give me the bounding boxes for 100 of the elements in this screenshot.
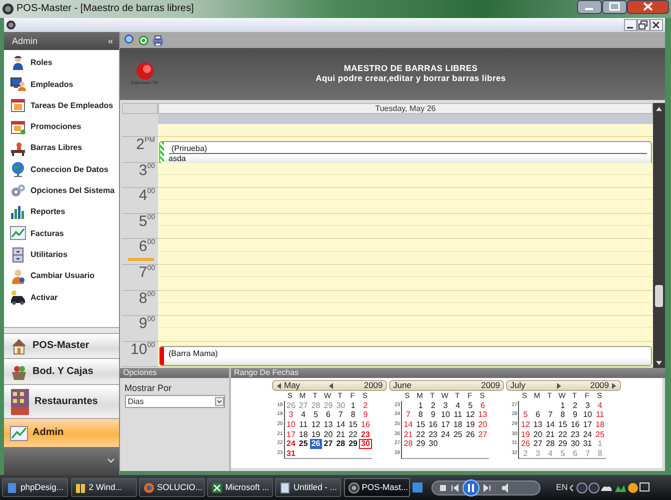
- calendar-day[interactable]: 15: [414, 420, 427, 430]
- calendar-day[interactable]: 28: [334, 439, 347, 449]
- calendar-day[interactable]: 3: [439, 400, 452, 410]
- calendar-day[interactable]: 29: [556, 439, 569, 449]
- calendar-day[interactable]: 29: [346, 439, 360, 449]
- calendar-day[interactable]: 14: [334, 420, 347, 430]
- calendar-day[interactable]: 8: [556, 410, 569, 420]
- next-month-icon[interactable]: [556, 382, 562, 390]
- calendar-day[interactable]: 6: [476, 400, 489, 410]
- calendar-day[interactable]: 5: [310, 410, 322, 420]
- calendar-day[interactable]: 26: [284, 400, 298, 410]
- calendar-day[interactable]: 1: [414, 400, 427, 410]
- calendar-day[interactable]: 12: [464, 410, 477, 420]
- calendar-day[interactable]: 15: [556, 420, 569, 430]
- calendar-day[interactable]: 4: [544, 448, 557, 458]
- calendar-day[interactable]: 15: [346, 420, 360, 430]
- calendar-day[interactable]: 19: [519, 430, 532, 440]
- calendar-day[interactable]: 30: [334, 400, 347, 410]
- calendar-day[interactable]: 23: [568, 430, 582, 440]
- calendar-day[interactable]: 3: [284, 410, 298, 420]
- calendar-day[interactable]: 11: [297, 420, 310, 430]
- calendar-day[interactable]: 1: [594, 439, 606, 449]
- calendar-day[interactable]: 19: [310, 430, 322, 440]
- calendar-day[interactable]: 9: [568, 410, 582, 420]
- time-slot[interactable]: (Barra Mama): [158, 342, 653, 368]
- calendar-day[interactable]: 25: [594, 430, 606, 440]
- calendar-day[interactable]: 21: [402, 430, 414, 440]
- sidebar-item[interactable]: Roles: [4, 52, 119, 74]
- calendar-day[interactable]: 16: [568, 420, 582, 430]
- calendar-day[interactable]: 27: [322, 439, 334, 449]
- calendar-day[interactable]: 8: [414, 410, 427, 420]
- maximize-button[interactable]: [602, 0, 627, 14]
- calendar-day[interactable]: 10: [581, 410, 594, 420]
- tray-icons-drawing[interactable]: [570, 480, 650, 494]
- calendar-day[interactable]: 6: [322, 410, 334, 420]
- sidebar-item[interactable]: Reportes: [4, 201, 119, 223]
- calendar-day[interactable]: 30: [568, 439, 582, 449]
- sidebar-item[interactable]: Utilitarios: [4, 244, 119, 266]
- calendar-day[interactable]: 2: [426, 400, 440, 410]
- calendar-day[interactable]: 27: [476, 430, 489, 440]
- calendar-day[interactable]: 22: [556, 430, 569, 440]
- calendar-day[interactable]: 26: [464, 430, 477, 440]
- calendar-day[interactable]: 25: [297, 439, 310, 449]
- sidebar-item[interactable]: Coneccion De Datos: [4, 158, 119, 180]
- calendar-day[interactable]: 3: [532, 448, 544, 458]
- taskbar-button[interactable]: SOLUCIO...: [138, 478, 205, 497]
- restore-button[interactable]: [636, 19, 650, 31]
- calendar-day[interactable]: 10: [284, 420, 298, 430]
- calendar-day[interactable]: 28: [310, 400, 322, 410]
- calendar-day[interactable]: 9: [426, 410, 440, 420]
- calendar-day[interactable]: 7: [544, 410, 557, 420]
- taskbar-button[interactable]: 2 Wind...: [70, 478, 136, 497]
- calendar-day[interactable]: 13: [532, 420, 544, 430]
- taskbar-button[interactable]: Untitled - ...: [275, 478, 342, 497]
- taskbar-button[interactable]: POS-Mast...: [344, 478, 410, 497]
- calendar-day[interactable]: 24: [581, 430, 594, 440]
- calendar-day[interactable]: 5: [556, 448, 569, 458]
- calendar-day[interactable]: 27: [297, 400, 310, 410]
- close-button[interactable]: [650, 19, 663, 31]
- navigation-group-button[interactable]: POS-Master: [4, 333, 119, 358]
- calendar-day[interactable]: 18: [297, 430, 310, 440]
- calendar-day[interactable]: 2: [568, 400, 582, 410]
- calendar-day[interactable]: 18: [452, 420, 464, 430]
- calendar-day[interactable]: 12: [519, 420, 532, 430]
- sidebar-item[interactable]: Cambiar Usuario: [4, 265, 119, 287]
- calendar-day[interactable]: 11: [452, 410, 464, 420]
- calendar-day[interactable]: 26: [310, 439, 322, 449]
- calendar-day[interactable]: 17: [581, 420, 594, 430]
- calendar-day[interactable]: 30: [427, 439, 440, 449]
- calendar-day[interactable]: 21: [544, 430, 557, 440]
- calendar-day[interactable]: 17: [439, 420, 452, 430]
- previous-year-icon[interactable]: [328, 382, 334, 390]
- calendar-day[interactable]: 9: [359, 410, 372, 420]
- sidebar-item[interactable]: Barras Libres: [4, 137, 119, 159]
- calendar-day[interactable]: 16: [359, 420, 372, 430]
- calendar-day[interactable]: 14: [402, 420, 414, 430]
- collapse-button[interactable]: «: [108, 36, 113, 46]
- calendar-day[interactable]: 19: [464, 420, 477, 430]
- sidebar-item[interactable]: Tareas De Empleados: [4, 94, 119, 116]
- calendar-day[interactable]: 22: [414, 430, 427, 440]
- calendar-day[interactable]: 24: [439, 430, 452, 440]
- calendar-day[interactable]: 23: [359, 430, 372, 440]
- print-icon[interactable]: [152, 34, 164, 46]
- chevron-down-icon[interactable]: [106, 458, 114, 464]
- calendar-day[interactable]: 5: [519, 410, 532, 420]
- navigation-group-button[interactable]: Bod. Y Cajas: [4, 358, 119, 384]
- calendar-day[interactable]: 17: [284, 430, 298, 440]
- calendar-day[interactable]: 20: [532, 430, 544, 440]
- calendar-day[interactable]: 7: [581, 448, 594, 458]
- calendar-day[interactable]: 4: [297, 410, 310, 420]
- calendar-day[interactable]: 8: [346, 410, 360, 420]
- time-slot[interactable]: (Prirueba) asda: [158, 137, 653, 163]
- calendar-day[interactable]: 2: [359, 400, 372, 410]
- calendar-day[interactable]: 22: [346, 430, 360, 440]
- sidebar-item[interactable]: Promociones: [4, 116, 119, 138]
- appointment[interactable]: (Prirueba) asda: [159, 141, 652, 165]
- calendar-day[interactable]: 30: [359, 439, 372, 449]
- calendar-day[interactable]: 28: [544, 439, 557, 449]
- close-button[interactable]: [626, 0, 669, 14]
- calendar-day[interactable]: 11: [594, 410, 606, 420]
